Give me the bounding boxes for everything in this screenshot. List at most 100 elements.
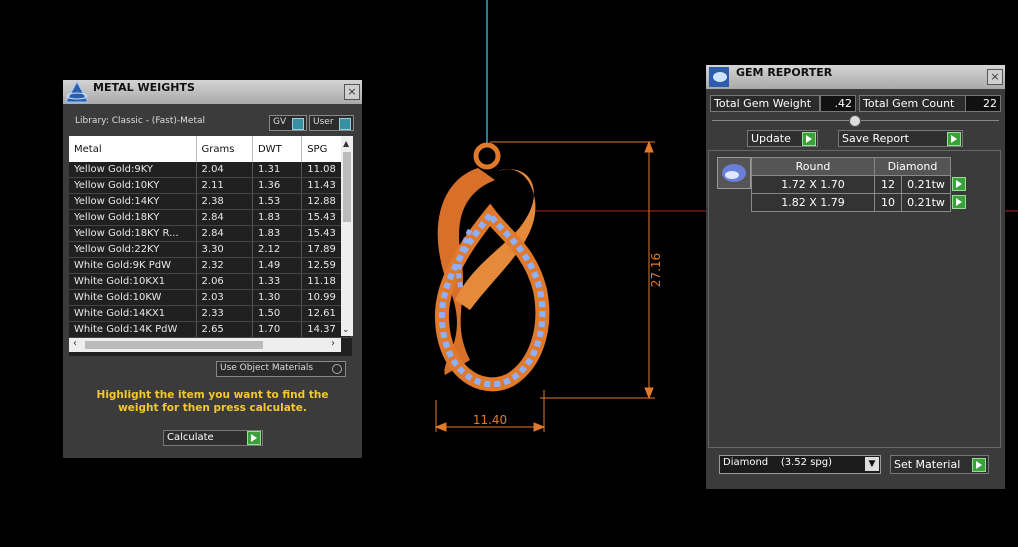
gem-thumbnail[interactable] (717, 157, 751, 189)
dwt-cell: 1.31 (252, 162, 303, 178)
gem-weight-cell: 0.21tw (901, 193, 951, 212)
user-toggle[interactable]: User (309, 115, 354, 131)
gem-list-area: Round Diamond 1.72 X 1.70 12 0.21tw 1.82 X … (708, 150, 1001, 448)
dwt-cell: 1.83 (252, 209, 303, 226)
table-row[interactable]: 1.82 X 1.79 10 0.21tw (751, 193, 970, 212)
metal-cell: Yellow Gold:22KY (69, 241, 197, 258)
height-dim-label: 27.16 (649, 253, 663, 287)
gem-shape-header: Round (751, 157, 875, 176)
round-gem-icon (722, 164, 746, 182)
col-grams[interactable]: Grams (196, 136, 253, 162)
table-row[interactable]: Yellow Gold:18KY 2.84 1.83 15.43 (69, 209, 352, 226)
dwt-cell: 2.12 (252, 241, 303, 258)
grams-cell: 2.65 (196, 321, 253, 338)
update-play-icon (802, 132, 816, 146)
play-icon (247, 431, 261, 445)
gem-reporter-panel: GEM REPORTER × Total Gem Weight .42 Tota… (706, 65, 1005, 489)
save-report-button[interactable]: Save Report (838, 130, 963, 147)
metal-table-header: Metal Grams DWT SPG (69, 136, 352, 162)
dwt-cell: 1.49 (252, 257, 303, 274)
use-object-materials-label: Use Object Materials (220, 363, 314, 373)
grams-cell: 2.04 (196, 162, 253, 178)
metal-cell: Yellow Gold:14KY (69, 193, 197, 210)
metal-cell: White Gold:9K PdW (69, 257, 197, 274)
grams-cell: 2.84 (196, 225, 253, 242)
width-dim-label: 11.40 (473, 413, 507, 427)
table-row[interactable]: Yellow Gold:22KY 3.30 2.12 17.89 (69, 241, 352, 258)
table-row[interactable]: White Gold:14KX1 2.33 1.50 12.61 (69, 305, 352, 322)
metal-cell: White Gold:14KX1 (69, 305, 197, 322)
scroll-left-icon[interactable]: ‹ (73, 338, 77, 349)
user-toggle-knob-icon (339, 118, 351, 130)
table-row[interactable]: 1.72 X 1.70 12 0.21tw (751, 175, 970, 194)
dwt-cell: 1.70 (252, 321, 303, 338)
gem-row-play-icon[interactable] (951, 176, 970, 194)
metal-weights-close-button[interactable]: × (344, 84, 360, 100)
set-material-play-icon (972, 458, 986, 472)
save-report-label: Save Report (842, 132, 909, 145)
scroll-thumb[interactable] (343, 152, 351, 222)
splitter-knob-icon[interactable] (849, 115, 861, 127)
gem-reporter-close-button[interactable]: × (987, 69, 1003, 85)
col-metal[interactable]: Metal (69, 136, 197, 162)
save-play-icon (947, 132, 961, 146)
grams-cell: 2.84 (196, 209, 253, 226)
metal-cell: White Gold:10KX1 (69, 273, 197, 290)
table-row[interactable]: White Gold:10KX1 2.06 1.33 11.18 (69, 273, 352, 290)
grams-cell: 2.06 (196, 273, 253, 290)
scroll-down-icon[interactable]: ⌄ (342, 325, 350, 335)
gv-toggle-label: GV (273, 117, 287, 127)
scroll-up-icon[interactable]: ▲ (343, 139, 349, 148)
dwt-cell: 1.50 (252, 305, 303, 322)
grams-cell: 2.33 (196, 305, 253, 322)
dwt-cell: 1.30 (252, 289, 303, 306)
table-row[interactable]: Yellow Gold:10KY 2.11 1.36 11.43 (69, 177, 352, 194)
metal-weights-logo-icon (65, 81, 89, 103)
total-gem-weight-value: .42 (820, 95, 856, 112)
table-row[interactable]: White Gold:9K PdW 2.32 1.49 12.59 (69, 257, 352, 274)
metal-table: Metal Grams DWT SPG Yellow Gold:9KY 2.04 1… (69, 136, 352, 356)
metal-table-vertical-scrollbar[interactable]: ▲ ⌄ (341, 136, 353, 336)
table-row[interactable]: Yellow Gold:9KY 2.04 1.31 11.08 (69, 162, 352, 178)
material-select[interactable]: Diamond (3.52 spg) ▼ (719, 455, 881, 474)
gem-row-play-icon[interactable] (951, 194, 970, 212)
set-material-button[interactable]: Set Material (890, 455, 989, 474)
total-gem-count-label: Total Gem Count (859, 95, 967, 112)
gem-material-header: Diamond (874, 157, 951, 176)
hscroll-thumb[interactable] (85, 341, 263, 349)
scroll-right-icon[interactable]: › (331, 338, 335, 349)
calculate-button[interactable]: Calculate (163, 430, 263, 446)
pendant-model (434, 142, 550, 392)
gem-size-cell: 1.72 X 1.70 (751, 175, 875, 194)
dwt-cell: 1.36 (252, 177, 303, 194)
play-icon (952, 194, 966, 209)
update-button[interactable]: Update (747, 130, 818, 147)
gem-table-header: Round Diamond (751, 157, 970, 176)
total-gem-weight-label: Total Gem Weight (710, 95, 820, 112)
play-icon (952, 176, 966, 191)
table-row[interactable]: Yellow Gold:18KY R... 2.84 1.83 15.43 (69, 225, 352, 242)
gem-reporter-logo-icon (709, 67, 729, 87)
metal-cell: White Gold:14K PdW (69, 321, 197, 338)
dwt-cell: 1.33 (252, 273, 303, 290)
gv-toggle-knob-icon (292, 118, 304, 130)
metal-weights-panel: METAL WEIGHTS × Library: Classic - (Fast… (63, 80, 362, 458)
gv-toggle[interactable]: GV (269, 115, 307, 131)
table-row[interactable]: Yellow Gold:14KY 2.38 1.53 12.88 (69, 193, 352, 210)
gem-weight-cell: 0.21tw (901, 175, 951, 194)
gem-count-cell: 10 (874, 193, 902, 212)
grams-cell: 2.38 (196, 193, 253, 210)
total-gem-count-value: 22 (965, 95, 1001, 112)
chevron-down-icon[interactable]: ▼ (865, 457, 879, 471)
table-row[interactable]: White Gold:10KW 2.03 1.30 10.99 (69, 289, 352, 306)
col-dwt[interactable]: DWT (252, 136, 303, 162)
grams-cell: 2.32 (196, 257, 253, 274)
metal-table-horizontal-scrollbar[interactable]: ‹ › (69, 338, 341, 352)
height-dimension (490, 140, 655, 400)
grams-cell: 2.03 (196, 289, 253, 306)
use-object-materials-toggle[interactable]: Use Object Materials (216, 361, 346, 377)
metal-weights-title: METAL WEIGHTS (93, 81, 195, 94)
grams-cell: 3.30 (196, 241, 253, 258)
table-row[interactable]: White Gold:14K PdW 2.65 1.70 14.37 (69, 321, 352, 338)
dwt-cell: 1.53 (252, 193, 303, 210)
